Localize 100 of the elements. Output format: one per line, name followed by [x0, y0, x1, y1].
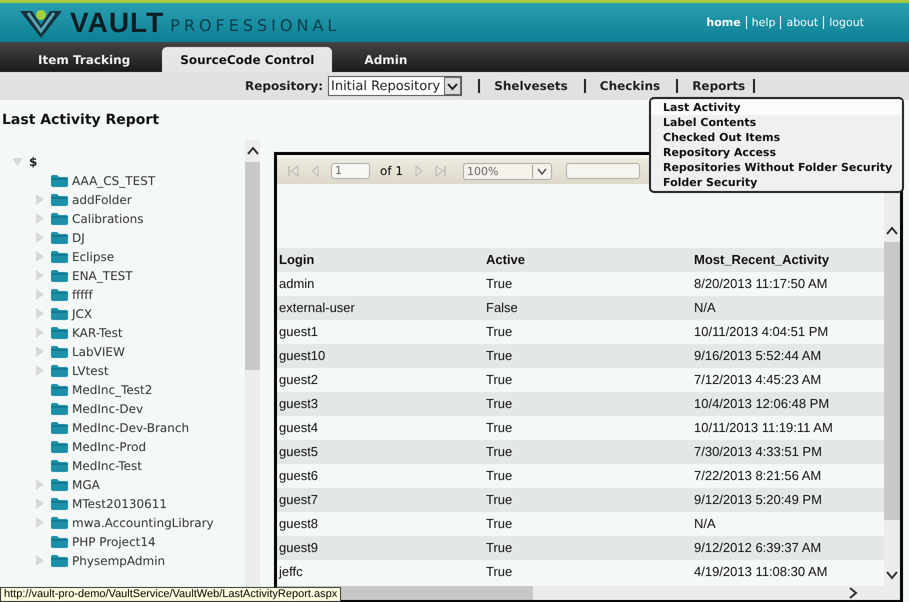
menu-item[interactable]: Repositories Without Folder Security: [651, 160, 892, 175]
table-cell-text: guest8: [278, 515, 320, 533]
tree-item[interactable]: MedInc-Dev: [72, 402, 144, 416]
tree-item[interactable]: MGA: [72, 478, 100, 492]
tree-item[interactable]: Eclipse: [72, 250, 114, 264]
tree-item[interactable]: AAA_CS_TEST: [72, 174, 156, 188]
repository-dropdown[interactable]: Initial Repository: [328, 76, 462, 96]
header-link[interactable]: home: [701, 16, 746, 29]
menu-item[interactable]: Repository Access: [651, 145, 776, 160]
collapsed-arrow-icon[interactable]: [34, 308, 45, 319]
next-page-icon[interactable]: [413, 165, 426, 177]
collapsed-arrow-icon[interactable]: [34, 555, 45, 566]
header-link[interactable]: about: [780, 16, 824, 29]
folder-icon: [51, 212, 68, 225]
tree-item[interactable]: LVtest: [72, 364, 109, 378]
search-field[interactable]: [566, 163, 640, 179]
scroll-right-icon[interactable]: [848, 587, 858, 599]
tab[interactable]: Item Tracking: [20, 47, 148, 72]
table-cell-text: 7/22/2013 8:21:56 AM: [693, 467, 822, 485]
table-cell: 9/16/2013 5:52:44 AM: [692, 344, 884, 368]
tree-item[interactable]: MedInc-Test: [72, 458, 142, 472]
table-cell: True: [484, 488, 692, 512]
folder-icon: [51, 174, 68, 187]
table-cell-text: guest2: [278, 371, 320, 389]
tree-item[interactable]: DJ: [72, 230, 85, 244]
table-cell: guest10: [277, 344, 484, 368]
folder-icon: [51, 421, 68, 434]
column-header: Most_Recent_Activity: [692, 248, 884, 272]
header-link[interactable]: help: [746, 16, 780, 29]
collapsed-arrow-icon[interactable]: [34, 213, 45, 224]
tab[interactable]: SourceCode Control: [162, 47, 332, 72]
folder-icon: [51, 497, 68, 510]
collapsed-arrow-icon[interactable]: [34, 327, 45, 338]
tab[interactable]: Admin: [346, 47, 426, 72]
toolbar-link[interactable]: Checkins: [584, 79, 676, 93]
previous-page-icon[interactable]: [309, 165, 321, 177]
table-cell: 7/30/2013 4:33:51 PM: [692, 440, 884, 464]
tree-item[interactable]: MedInc-Prod: [72, 440, 146, 454]
folder-icon: [51, 345, 68, 358]
tree-item[interactable]: $: [29, 154, 38, 168]
page-title: Last Activity Report: [1, 111, 160, 130]
tree-item[interactable]: LabVIEW: [72, 344, 125, 358]
table-cell: 9/12/2013 5:20:49 PM: [692, 488, 884, 512]
column-header: Login: [277, 248, 484, 272]
zoom-dropdown[interactable]: 100%: [463, 162, 552, 180]
table-cell-text: 4/19/2013 11:08:30 AM: [693, 563, 828, 581]
toolbar-link[interactable]: Shelvesets: [478, 79, 584, 93]
tree-item[interactable]: ENA_TEST: [72, 268, 133, 282]
table-cell-text: True: [485, 419, 514, 437]
collapsed-arrow-icon[interactable]: [34, 517, 45, 528]
table-cell-text: guest6: [278, 467, 320, 485]
tree-item[interactable]: fffff: [72, 288, 93, 302]
collapsed-arrow-icon[interactable]: [34, 346, 45, 357]
first-page-icon[interactable]: [287, 165, 299, 177]
tree-item[interactable]: MedInc-Dev-Branch: [72, 420, 190, 434]
page-field[interactable]: 1: [331, 163, 370, 179]
table-cell: N/A: [692, 296, 884, 320]
folder-icon: [51, 383, 68, 396]
scroll-up-icon[interactable]: [246, 146, 258, 156]
scrollbar[interactable]: [245, 140, 260, 590]
table-cell-text: jeffc: [278, 563, 304, 581]
menu-item[interactable]: Label Contents: [651, 115, 756, 130]
scroll-up-icon[interactable]: [886, 226, 898, 236]
repository-label: Repository:: [245, 79, 323, 93]
table-cell: external-user: [277, 296, 484, 320]
table-cell-text: N/A: [693, 515, 717, 533]
toolbar-link[interactable]: Reports: [676, 79, 756, 93]
collapsed-arrow-icon[interactable]: [34, 365, 45, 376]
collapsed-arrow-icon[interactable]: [34, 194, 45, 205]
folder-icon: [51, 269, 68, 282]
folder-icon: [51, 250, 68, 263]
tree-item[interactable]: addFolder: [72, 192, 132, 206]
tree-item[interactable]: MTest20130611: [72, 496, 168, 510]
tree-item[interactable]: JCX: [72, 306, 92, 320]
table-cell: guest7: [277, 488, 484, 512]
last-page-icon[interactable]: [435, 165, 448, 177]
menu-item[interactable]: Last Activity: [651, 100, 902, 115]
table-cell: guest3: [277, 392, 484, 416]
collapsed-arrow-icon[interactable]: [34, 479, 45, 490]
collapsed-arrow-icon[interactable]: [34, 270, 45, 281]
collapsed-arrow-icon[interactable]: [34, 251, 45, 262]
tree-item[interactable]: KAR-Test: [72, 326, 123, 340]
page-count: of 1: [380, 164, 404, 178]
tree-item[interactable]: Calibrations: [72, 212, 144, 226]
collapsed-arrow-icon[interactable]: [34, 498, 45, 509]
collapsed-arrow-icon[interactable]: [34, 289, 45, 300]
folder-icon: [51, 535, 68, 548]
tree-item[interactable]: PhysempAdmin: [72, 554, 166, 568]
header-link[interactable]: logout: [823, 16, 869, 29]
tree-item[interactable]: MedInc_Test2: [72, 382, 152, 396]
scroll-down-icon[interactable]: [886, 570, 898, 580]
table-cell-text: admin: [278, 275, 316, 293]
collapsed-arrow-icon[interactable]: [34, 232, 45, 243]
tree-item[interactable]: PHP Project14: [72, 534, 156, 548]
tree-item[interactable]: mwa.AccountingLibrary: [72, 516, 214, 530]
menu-item[interactable]: Checked Out Items: [651, 130, 780, 145]
folder-icon: [51, 554, 68, 567]
brand-name: VAULT: [70, 6, 164, 38]
menu-item[interactable]: Folder Security: [651, 175, 758, 190]
table-cell-text: True: [485, 515, 514, 533]
